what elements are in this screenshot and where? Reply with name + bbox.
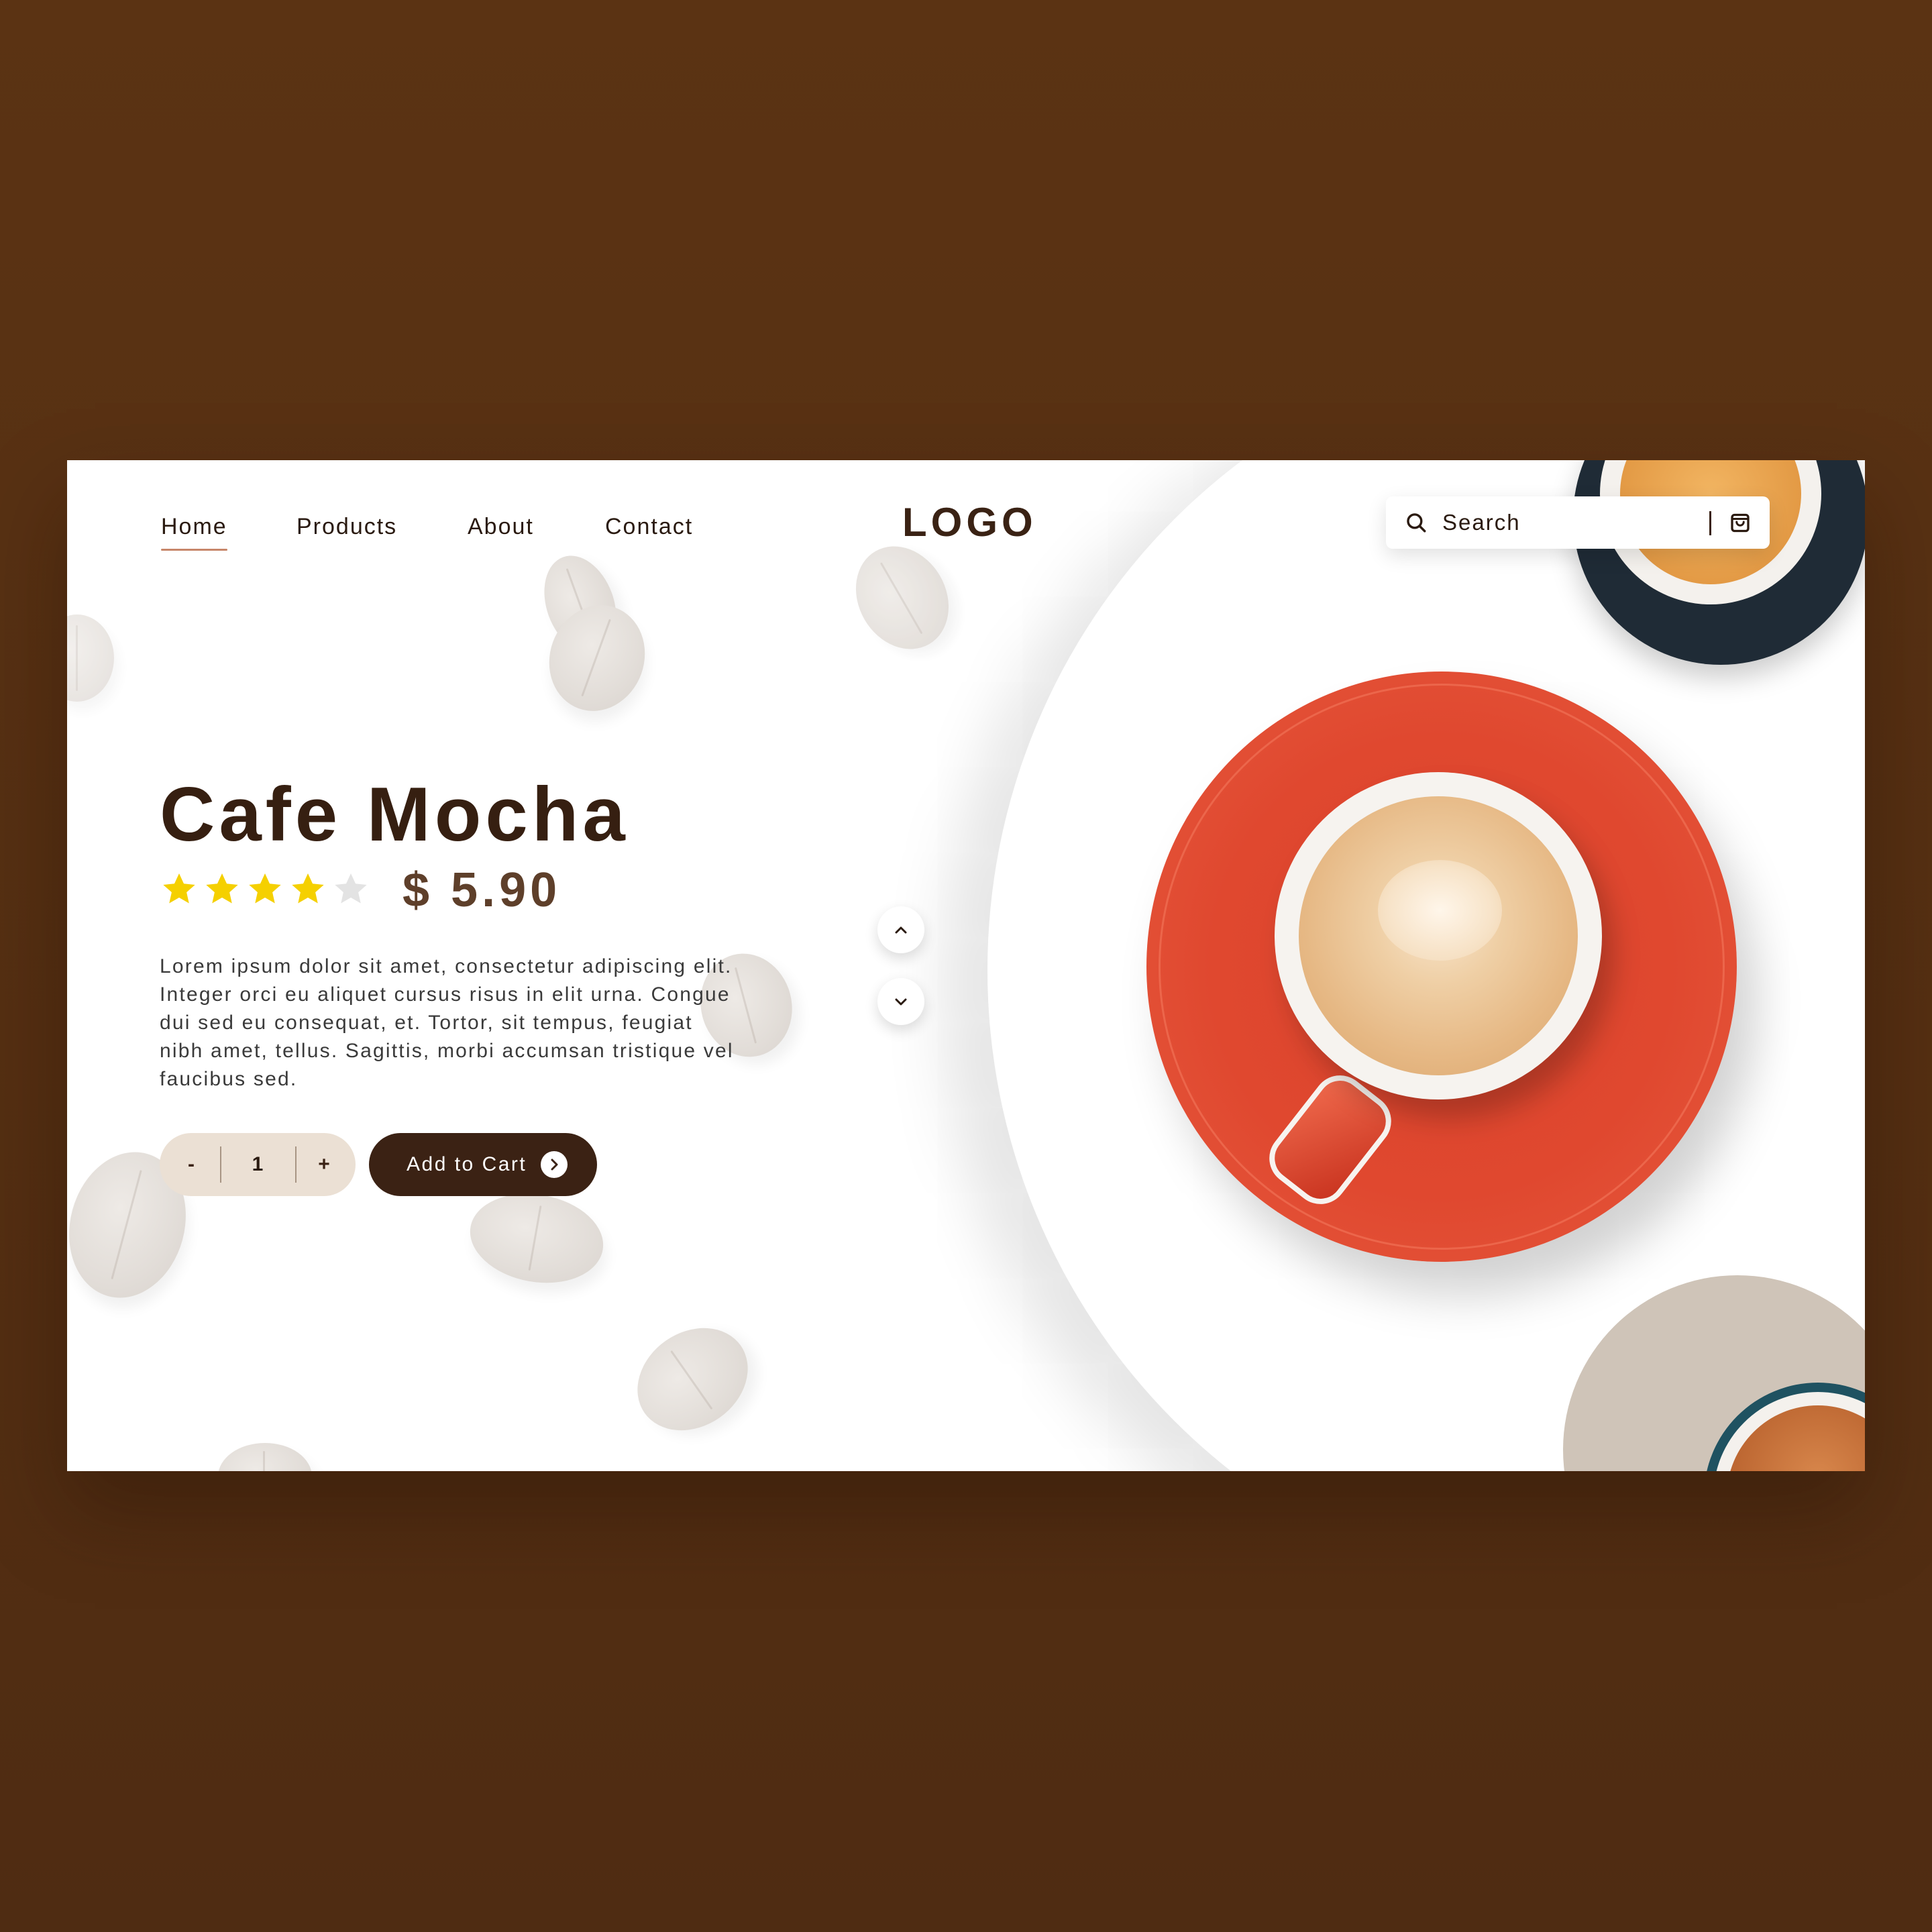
coffee-bean-decoration [463,1183,610,1293]
coffee-bean-decoration [617,1307,768,1452]
nav-item-label: Contact [605,514,694,539]
star-icon [206,873,238,904]
product-description: Lorem ipsum dolor sit amet, consectetur … [160,955,734,1090]
search-divider [1709,511,1711,535]
chevron-right-icon [541,1151,568,1178]
chevron-down-icon [895,998,907,1006]
star-icon [292,873,324,904]
hero-card: Home Products About Contact LOGO Cafe Mo… [67,460,1865,1471]
product-rating [160,869,370,908]
quantity-value[interactable]: 1 [219,1133,297,1196]
shopping-bag-icon[interactable] [1728,510,1752,534]
nav-item-label: Products [297,514,398,539]
nav-item-products[interactable]: Products [297,514,397,540]
star-icon [335,873,367,904]
nav-item-contact[interactable]: Contact [605,514,693,540]
quantity-stepper: - 1 + [160,1133,356,1196]
coffee-bean-decoration [218,1443,312,1471]
add-to-cart-button[interactable]: Add to Cart [369,1133,597,1196]
star-icon [163,873,195,904]
add-to-cart-label: Add to Cart [407,1153,527,1175]
scroll-up-button[interactable] [877,906,924,953]
nav-item-about[interactable]: About [468,514,534,540]
active-nav-indicator [161,549,227,551]
scroll-down-button[interactable] [877,978,924,1025]
nav-item-label: About [468,514,534,539]
decrement-button[interactable]: - [162,1133,220,1196]
search-input[interactable] [1441,503,1692,542]
increment-button[interactable]: + [295,1133,353,1196]
product-price: $ 5.90 [402,863,561,917]
site-logo[interactable]: LOGO [902,499,1037,545]
product-title: Cafe Mocha [160,772,629,857]
nav-item-label: Home [161,514,227,539]
search-icon[interactable] [1405,511,1428,534]
search-bar [1386,496,1770,549]
chevron-up-icon [895,926,907,934]
coffee-bean-decoration [67,614,114,702]
nav-item-home[interactable]: Home [161,514,227,551]
star-icon [249,873,281,904]
coffee-cup-image [1275,772,1602,1099]
coffee-bean-decoration [837,529,967,666]
